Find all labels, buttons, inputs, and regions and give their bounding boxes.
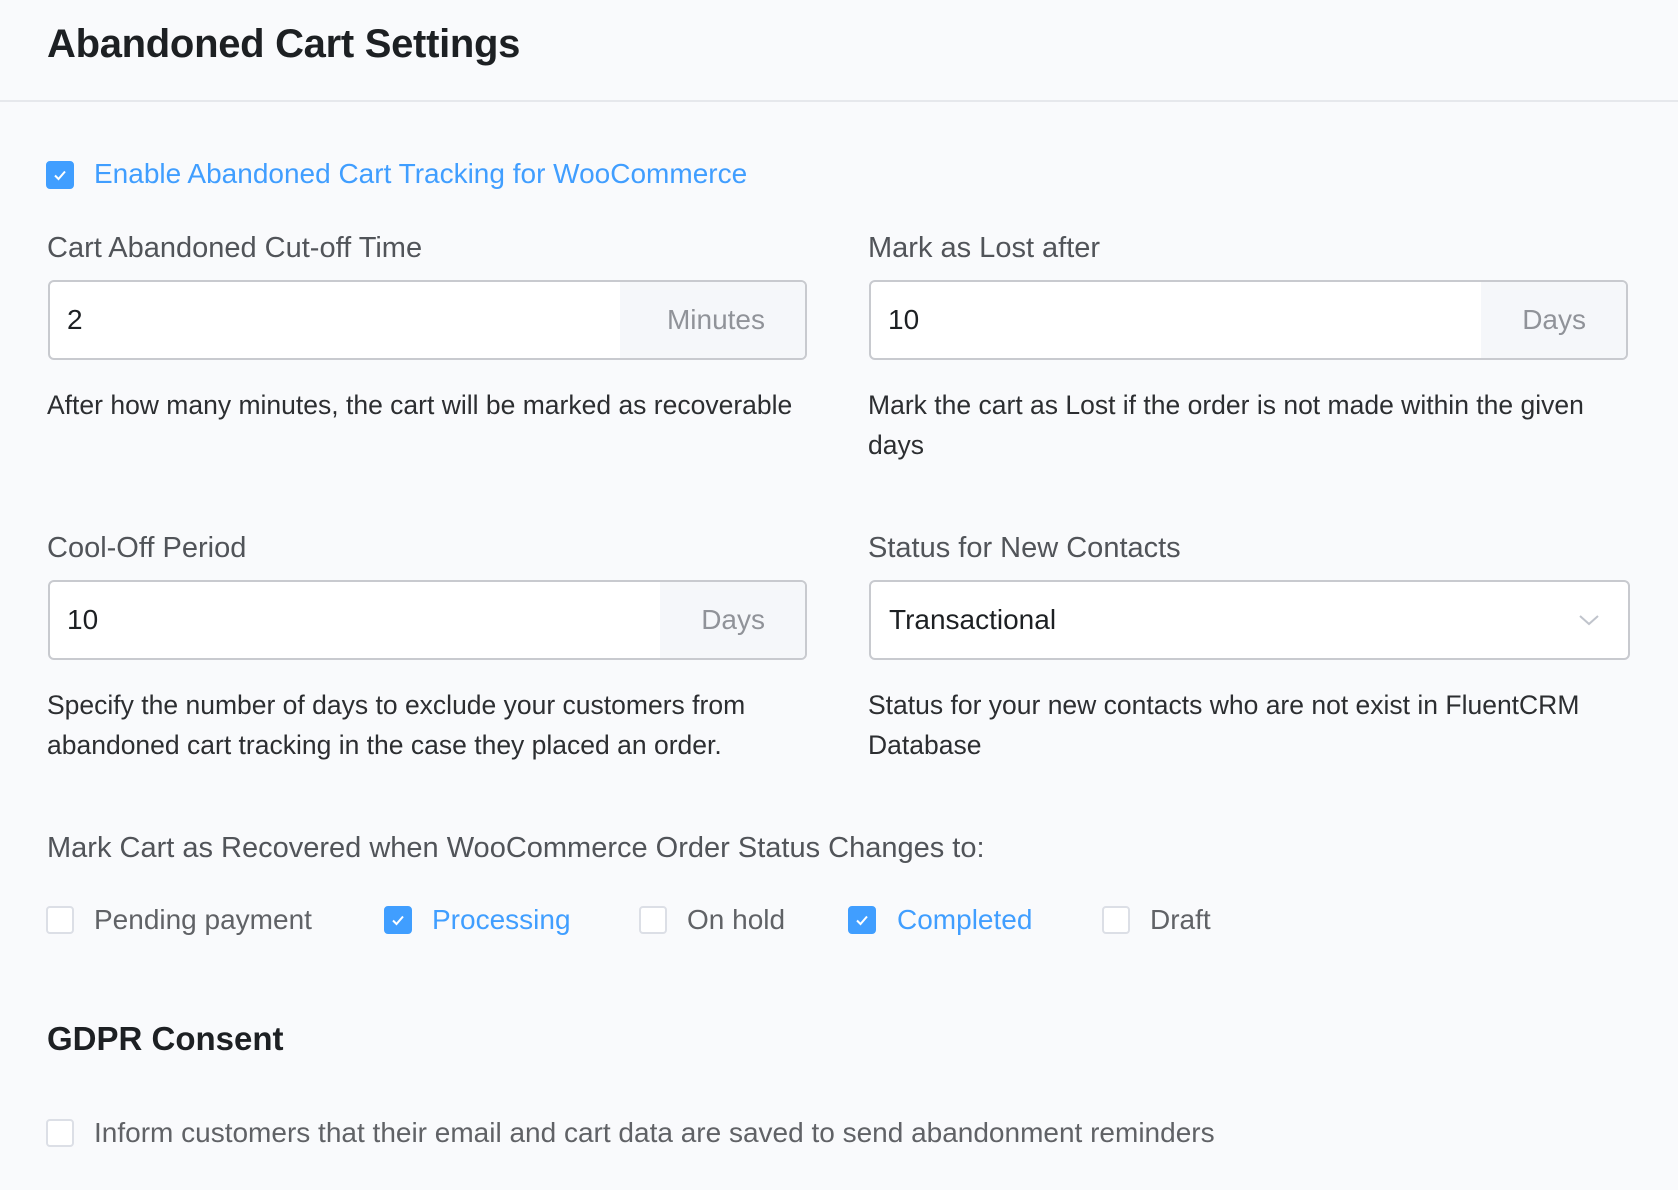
status-on-hold-checkbox[interactable]: [639, 906, 667, 934]
checkmark-icon: [856, 915, 868, 926]
gdpr-consent-checkbox[interactable]: [46, 1119, 74, 1147]
checkmark-icon: [54, 170, 66, 181]
chevron-down-icon: [1579, 615, 1599, 626]
new-contact-status-help: Status for your new contacts who are not…: [868, 690, 1580, 760]
mark-lost-help: Mark the cart as Lost if the order is no…: [868, 390, 1584, 460]
cutoff-time-label: Cart Abandoned Cut-off Time: [47, 232, 423, 264]
page-header: Abandoned Cart Settings: [0, 0, 1678, 102]
enable-tracking-checkbox[interactable]: [46, 161, 74, 189]
gdpr-consent-label[interactable]: Inform customers that their email and ca…: [94, 1117, 1215, 1149]
cutoff-time-input[interactable]: [50, 282, 620, 358]
cool-off-label: Cool-Off Period: [47, 532, 247, 564]
gdpr-section-title: GDPR Consent: [47, 1020, 284, 1057]
mark-lost-unit: Days: [1481, 282, 1626, 358]
new-contact-status-label: Status for New Contacts: [868, 532, 1181, 564]
status-on-hold-label[interactable]: On hold: [687, 904, 785, 936]
cutoff-time-input-group: Minutes: [48, 280, 807, 360]
mark-lost-input-group: Days: [869, 280, 1628, 360]
status-processing-checkbox[interactable]: [384, 906, 412, 934]
page-title: Abandoned Cart Settings: [47, 22, 521, 66]
status-draft-checkbox[interactable]: [1102, 906, 1130, 934]
mark-lost-label: Mark as Lost after: [868, 232, 1101, 264]
checkmark-icon: [392, 915, 404, 926]
mark-lost-input[interactable]: [871, 282, 1481, 358]
status-completed-label[interactable]: Completed: [897, 904, 1032, 936]
new-contact-status-select[interactable]: Transactional: [869, 580, 1630, 660]
cutoff-time-unit: Minutes: [620, 282, 805, 358]
status-pending-payment-checkbox[interactable]: [46, 906, 74, 934]
status-processing-label[interactable]: Processing: [432, 904, 571, 936]
cutoff-time-help: After how many minutes, the cart will be…: [47, 390, 793, 420]
status-completed-checkbox[interactable]: [848, 906, 876, 934]
status-draft-label[interactable]: Draft: [1150, 904, 1211, 936]
enable-tracking-label[interactable]: Enable Abandoned Cart Tracking for WooCo…: [94, 158, 747, 190]
new-contact-status-value: Transactional: [889, 604, 1057, 635]
recovered-statuses-label: Mark Cart as Recovered when WooCommerce …: [47, 832, 985, 864]
cool-off-input[interactable]: [50, 582, 660, 658]
status-pending-payment-label[interactable]: Pending payment: [94, 904, 312, 936]
cool-off-unit: Days: [660, 582, 805, 658]
cool-off-input-group: Days: [48, 580, 807, 660]
cool-off-help: Specify the number of days to exclude yo…: [47, 690, 746, 760]
